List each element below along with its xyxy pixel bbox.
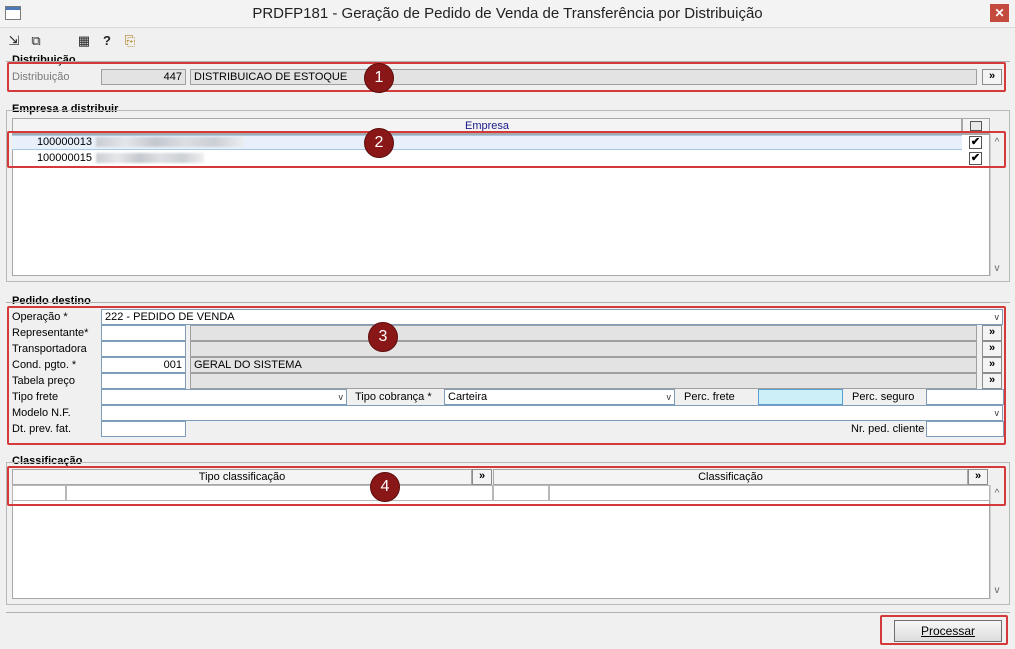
- redacted-company-name: [96, 153, 204, 163]
- tipo-cobranca-label: Tipo cobrança *: [355, 391, 432, 403]
- exit-icon[interactable]: ⎘: [122, 33, 138, 49]
- scroll-down-icon[interactable]: v: [990, 262, 1004, 276]
- cond-pgto-label: Cond. pgto. *: [12, 359, 77, 371]
- distribuicao-section-title: Distribuição: [12, 54, 76, 66]
- empresa-code: 100000015: [36, 152, 92, 164]
- modelo-nf-label: Modelo N.F.: [12, 407, 71, 419]
- tabela-preco-lookup-button[interactable]: »: [982, 373, 1002, 389]
- perc-frete-field[interactable]: [758, 389, 843, 405]
- tipo-classificacao-lookup-button[interactable]: »: [472, 469, 492, 485]
- empresa-scrollbar[interactable]: [990, 134, 1004, 276]
- transportadora-label: Transportadora: [12, 343, 87, 355]
- empresa-column-header: Empresa: [12, 118, 962, 134]
- dt-prev-fat-label: Dt. prev. fat.: [12, 423, 72, 435]
- processar-button[interactable]: Processar: [894, 620, 1002, 642]
- chevron-down-icon: v: [666, 392, 672, 402]
- classificacao-lookup-button[interactable]: »: [968, 469, 988, 485]
- divider: [6, 612, 1010, 613]
- tabela-preco-description-field: [190, 373, 977, 389]
- divider: [6, 302, 1010, 303]
- scroll-up-icon[interactable]: ^: [990, 136, 1004, 150]
- tabela-preco-code-field[interactable]: [101, 373, 186, 389]
- empresa-code: 100000013: [36, 136, 92, 148]
- select-all-checkbox[interactable]: [970, 121, 982, 131]
- representante-lookup-button[interactable]: »: [982, 325, 1002, 341]
- distribuicao-code-field[interactable]: 447: [101, 69, 186, 85]
- operacao-label: Operação *: [12, 311, 68, 323]
- scroll-up-icon[interactable]: ^: [990, 487, 1004, 501]
- cond-pgto-code-field[interactable]: 001: [101, 357, 186, 373]
- export-icon[interactable]: ⇲: [6, 33, 22, 49]
- select-all-header[interactable]: [962, 118, 990, 134]
- annotation-badge-3: 3: [368, 322, 398, 352]
- representante-label: Representante*: [12, 327, 89, 339]
- tipo-cobranca-value: Carteira: [448, 391, 488, 403]
- tipo-frete-label: Tipo frete: [12, 391, 59, 403]
- classificacao-grid: [12, 485, 990, 599]
- annotation-badge-4: 4: [370, 472, 400, 502]
- annotation-badge-2: 2: [364, 128, 394, 158]
- chevron-down-icon: v: [994, 312, 1000, 322]
- transportadora-code-field[interactable]: [101, 341, 186, 357]
- classificacao-cell[interactable]: [12, 485, 66, 501]
- scroll-down-icon[interactable]: v: [990, 584, 1004, 598]
- classificacao-cell[interactable]: [549, 485, 990, 501]
- distribuicao-lookup-button[interactable]: »: [982, 69, 1002, 85]
- chevron-down-icon: v: [338, 392, 344, 402]
- tabela-preco-label: Tabela preço: [12, 375, 75, 387]
- copy-icon[interactable]: ⧉: [28, 33, 44, 49]
- tipo-frete-select[interactable]: v: [101, 389, 347, 405]
- annotation-badge-1: 1: [364, 63, 394, 93]
- classificacao-header: Classificação: [493, 469, 968, 485]
- nr-ped-cliente-field[interactable]: [926, 421, 1004, 437]
- window-title: PRDFP181 - Geração de Pedido de Venda de…: [252, 5, 763, 22]
- perc-seguro-field[interactable]: [926, 389, 1004, 405]
- perc-seguro-label: Perc. seguro: [852, 391, 915, 403]
- divider: [6, 61, 1010, 62]
- tipo-cobranca-select[interactable]: Carteira v: [444, 389, 675, 405]
- transportadora-lookup-button[interactable]: »: [982, 341, 1002, 357]
- operacao-select[interactable]: 222 - PEDIDO DE VENDA v: [101, 309, 1003, 325]
- help-icon[interactable]: ?: [99, 33, 115, 49]
- tipo-classificacao-header: Tipo classificação: [12, 469, 472, 485]
- dt-prev-fat-field[interactable]: [101, 421, 186, 437]
- transportadora-description-field: [190, 341, 977, 357]
- chevron-down-icon: v: [994, 408, 1000, 418]
- distribuicao-label: Distribuição: [12, 71, 70, 83]
- perc-frete-label: Perc. frete: [684, 391, 735, 403]
- empresa-checkbox[interactable]: ✔: [969, 136, 982, 149]
- empresa-checkbox[interactable]: ✔: [969, 152, 982, 165]
- pedido-section-title: Pedido destino: [12, 295, 91, 307]
- operacao-value: 222 - PEDIDO DE VENDA: [105, 311, 235, 323]
- redacted-company-name: [96, 137, 244, 147]
- grid-icon[interactable]: ▦: [75, 33, 93, 49]
- nr-ped-cliente-label: Nr. ped. cliente: [851, 423, 925, 435]
- distribuicao-description-field: DISTRIBUICAO DE ESTOQUE: [190, 69, 977, 85]
- cond-pgto-description-field: GERAL DO SISTEMA: [190, 357, 977, 373]
- classificacao-cell[interactable]: [66, 485, 493, 501]
- representante-code-field[interactable]: [101, 325, 186, 341]
- classificacao-scrollbar[interactable]: [990, 485, 1004, 599]
- representante-description-field: [190, 325, 977, 341]
- classificacao-cell[interactable]: [493, 485, 549, 501]
- cond-pgto-lookup-button[interactable]: »: [982, 357, 1002, 373]
- close-button[interactable]: ✕: [990, 4, 1009, 22]
- modelo-nf-select[interactable]: v: [101, 405, 1003, 421]
